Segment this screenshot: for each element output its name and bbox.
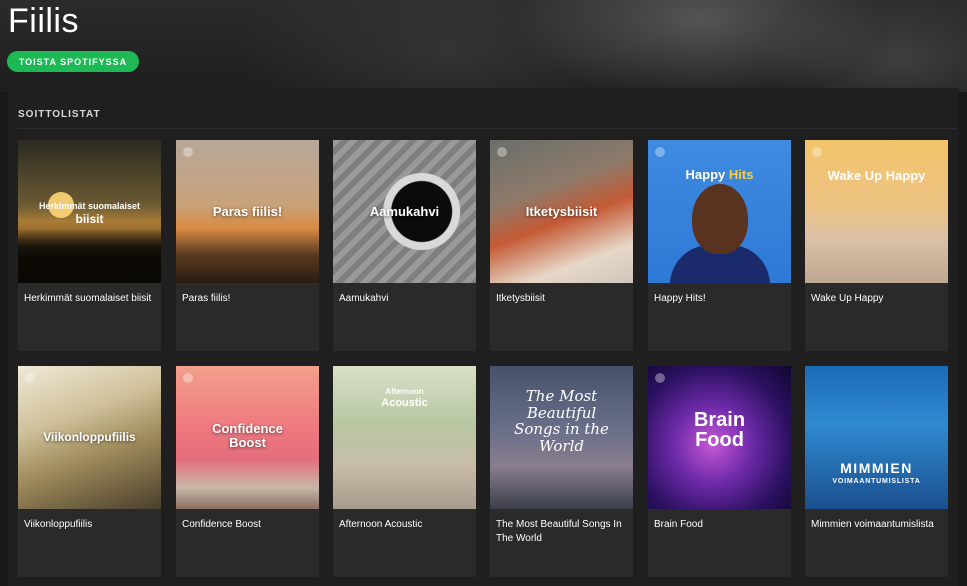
playlist-card[interactable]: Brain Food Brain Food — [648, 366, 791, 577]
playlist-name: Aamukahvi — [339, 293, 389, 304]
playlist-name: Afternoon Acoustic — [339, 519, 423, 530]
playlist-name: Paras fiilis! — [182, 293, 231, 304]
playlist-card[interactable]: Aamukahvi Aamukahvi — [333, 140, 476, 351]
header-hero — [0, 0, 967, 92]
cover-title: Confidence Boost — [212, 421, 283, 450]
playlist-cover: Paras fiilis! — [176, 140, 319, 283]
cover-title-word2: Hits — [728, 167, 754, 182]
page-title: Fiilis — [8, 2, 79, 40]
playlist-card[interactable]: The Most Beautiful Songs in the World Th… — [490, 366, 633, 577]
playlist-cover: Brain Food — [648, 366, 791, 509]
playlist-card[interactable]: Paras fiilis! Paras fiilis! — [176, 140, 319, 351]
cover-title-line2: Acoustic — [381, 396, 428, 409]
playlist-name: Brain Food — [654, 519, 703, 530]
playlist-cover: Herkimmät suomalaiset biisit — [18, 140, 161, 283]
playlist-name: Wake Up Happy — [811, 293, 884, 304]
cover-title-line2: Food — [695, 429, 744, 451]
cover-title: Brain Food — [648, 410, 791, 450]
playlist-cover: The Most Beautiful Songs in the World — [490, 366, 633, 509]
playlist-card[interactable]: Wake Up Happy Wake Up Happy — [805, 140, 948, 351]
playlist-cover: Viikonloppufiilis — [18, 366, 161, 509]
spotify-logo-icon — [655, 147, 665, 157]
playlist-card[interactable]: MIMMIEN VOIMAANTUMISLISTA Mimmien voimaa… — [805, 366, 948, 577]
cover-title: Wake Up Happy — [827, 168, 926, 183]
playlist-card[interactable]: Viikonloppufiilis Viikonloppufiilis — [18, 366, 161, 577]
playlist-cover: Itketysbiisit — [490, 140, 633, 283]
cover-title-line2: biisit — [75, 212, 104, 226]
cover-title-line1: Herkimmät suomalaiset — [38, 201, 141, 211]
playlists-section: SOITTOLISTAT Herkimmät suomalaiset biisi… — [8, 88, 959, 586]
playlist-name: Herkimmät suomalaiset biisit — [24, 293, 152, 304]
cover-title: Viikonloppufiilis — [43, 430, 136, 445]
cover-title-word1: Happy — [685, 167, 726, 182]
playlist-name: Viikonloppufiilis — [24, 519, 93, 530]
play-on-spotify-button[interactable]: TOISTA SPOTIFYSSA — [7, 51, 139, 72]
playlist-name: Itketysbiisit — [496, 293, 545, 304]
playlist-cover: Confidence Boost — [176, 366, 319, 509]
trees-decoration — [18, 221, 161, 283]
section-title: SOITTOLISTAT — [18, 109, 101, 120]
playlist-card[interactable]: Herkimmät suomalaiset biisit Herkimmät s… — [18, 140, 161, 351]
cover-title: Itketysbiisit — [525, 203, 598, 219]
section-divider — [18, 128, 956, 129]
cover-title-line2: VOIMAANTUMISLISTA — [832, 478, 921, 485]
playlist-card[interactable]: Happy Hits Happy Hits! — [648, 140, 791, 351]
cover-title: Aamukahvi — [369, 203, 440, 219]
playlist-card[interactable]: Itketysbiisit Itketysbiisit — [490, 140, 633, 351]
cover-title: Happy Hits — [648, 167, 791, 182]
spotify-logo-icon — [655, 373, 665, 383]
playlist-name: Confidence Boost — [182, 519, 261, 530]
cover-title-line1: Afternoon — [385, 387, 424, 396]
playlist-cover: Happy Hits — [648, 140, 791, 283]
playlist-card[interactable]: Afternoon Acoustic Afternoon Acoustic — [333, 366, 476, 577]
person-face-decoration — [692, 184, 748, 254]
cover-title-line1: Brain — [693, 409, 746, 431]
cover-title-line1: MIMMIEN — [840, 460, 913, 476]
playlist-cover: Wake Up Happy — [805, 140, 948, 283]
cover-title: Afternoon Acoustic — [333, 387, 476, 409]
spotify-logo-icon — [812, 147, 822, 157]
playlist-cover: Aamukahvi — [333, 140, 476, 283]
playlist-cover: MIMMIEN VOIMAANTUMISLISTA — [805, 366, 948, 509]
playlist-card[interactable]: Confidence Boost Confidence Boost — [176, 366, 319, 577]
playlist-name: The Most Beautiful Songs In The World — [496, 519, 622, 544]
cover-title: The Most Beautiful Songs in the World — [514, 387, 609, 455]
playlist-name: Happy Hits! — [654, 293, 706, 304]
playlist-cover: Afternoon Acoustic — [333, 366, 476, 509]
playlist-name: Mimmien voimaantumislista — [811, 519, 934, 530]
cover-title: Paras fiilis! — [212, 203, 283, 219]
